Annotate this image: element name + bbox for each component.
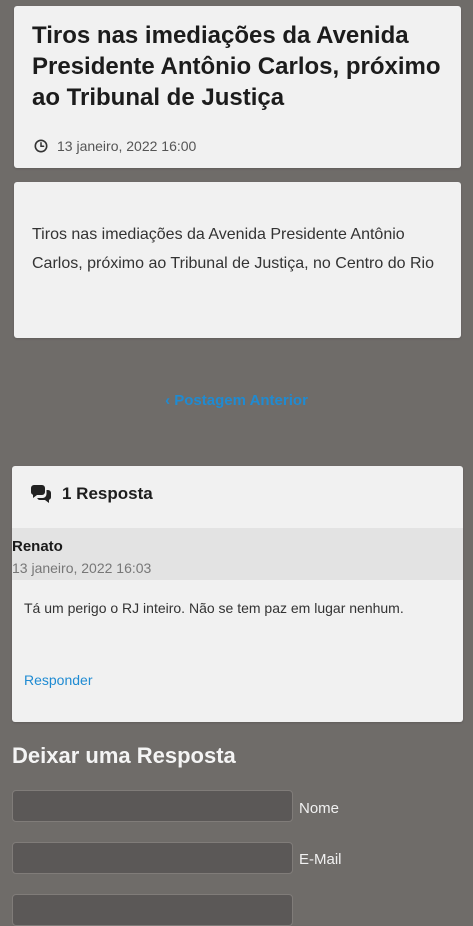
- chevron-left-icon: ‹: [165, 392, 175, 409]
- reply-button[interactable]: Responder: [24, 672, 93, 688]
- name-field-label: Nome: [299, 800, 340, 817]
- comment-text: Tá um perigo o RJ inteiro. Não se tem pa…: [24, 600, 404, 616]
- clock-icon: [34, 139, 48, 153]
- comment-date: 13 janeiro, 2022 16:03: [12, 560, 152, 576]
- comment-author: Renato: [12, 538, 63, 555]
- reply-form-heading: Deixar uma Resposta: [12, 743, 236, 768]
- post-meta: 13 janeiro, 2022 16:00: [34, 138, 196, 154]
- previous-post-label: Postagem Anterior: [174, 392, 308, 409]
- comments-icon: [31, 485, 51, 503]
- email-field-label: E-Mail: [299, 851, 342, 868]
- name-field[interactable]: [12, 790, 293, 822]
- post-body-card: Tiros nas imediações da Avenida Presiden…: [14, 182, 461, 338]
- post-title: Tiros nas imediações da Avenida Presiden…: [32, 22, 441, 111]
- comments-card: 1 Resposta Renato 13 janeiro, 2022 16:03…: [12, 466, 463, 722]
- post-date: 13 janeiro, 2022 16:00: [57, 138, 197, 154]
- comments-header: 1 Resposta: [30, 484, 153, 504]
- comments-count: 1 Resposta: [62, 484, 153, 503]
- email-field[interactable]: [12, 842, 293, 874]
- comment-header: Renato 13 janeiro, 2022 16:03: [12, 528, 463, 580]
- previous-post-link[interactable]: ‹ Postagem Anterior: [0, 392, 473, 409]
- post-body: Tiros nas imediações da Avenida Presiden…: [32, 226, 434, 272]
- website-field[interactable]: [12, 894, 293, 926]
- post-header-card: Tiros nas imediações da Avenida Presiden…: [14, 6, 461, 168]
